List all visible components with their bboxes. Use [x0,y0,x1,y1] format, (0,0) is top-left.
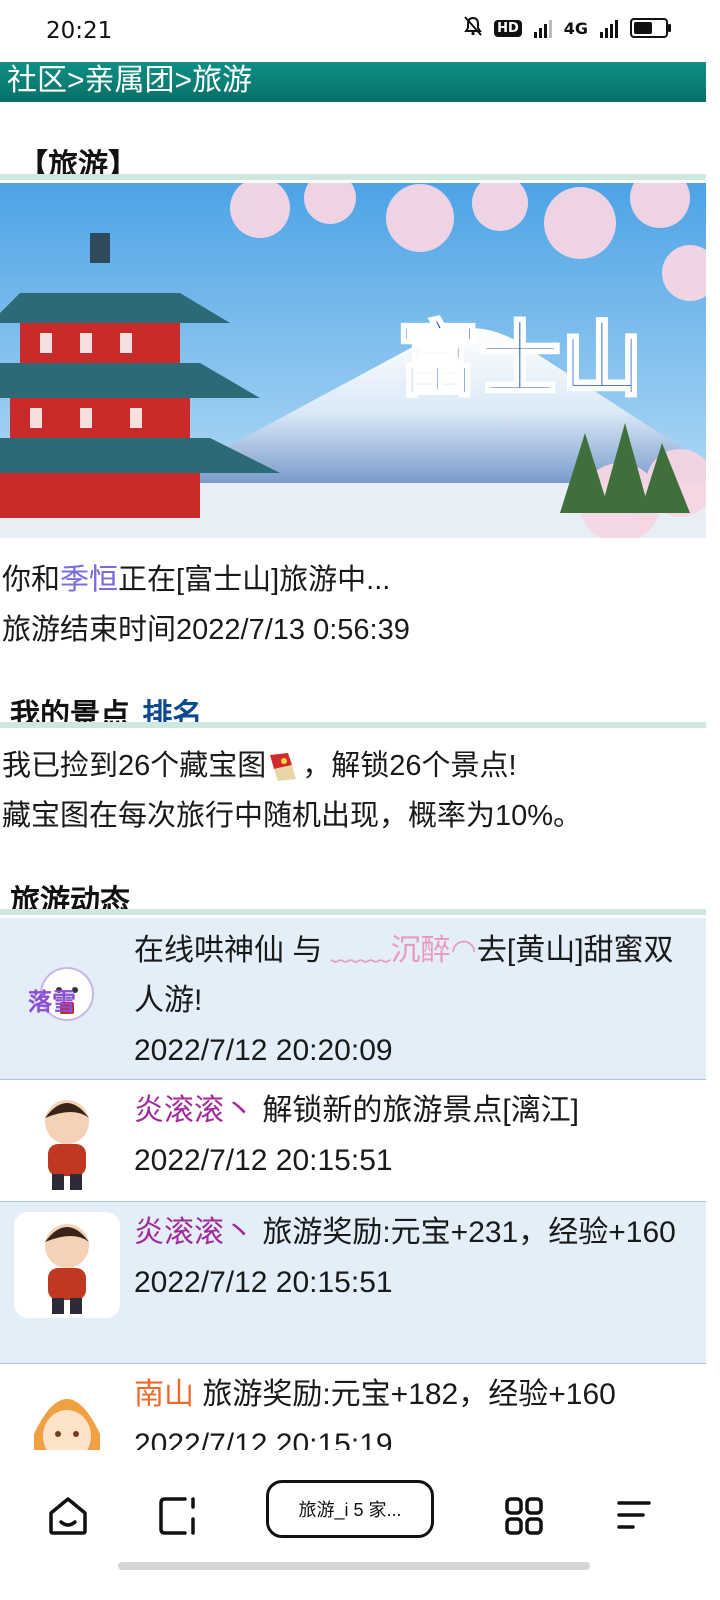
feed-item: 炎滚滚丶 解锁新的旅游景点[漓江] 2022/7/12 20:15:51 [0,1080,706,1202]
network-type-2: 4G [563,18,588,38]
feed-user-link[interactable]: 炎滚滚丶 [134,1216,254,1249]
breadcrumb-relatives[interactable]: 亲属团 [85,64,175,97]
user-avatar[interactable] [14,1088,120,1194]
home-indicator[interactable] [118,1562,590,1570]
travel-status-line: 你和季恒正在[富士山]旅游中... [2,564,391,596]
feed-item: 南山 旅游奖励:元宝+182，经验+160 2022/7/12 20:15:19 [0,1364,706,1450]
edit-button[interactable] [148,1486,208,1546]
hd-icon: HD [494,19,522,37]
feed-user-link[interactable]: ﹏﹏沉醉◠ [331,934,477,967]
travel-feed-list: 落雪 在线哄神仙 与 ﹏﹏沉醉◠去[黄山]甜蜜双人游! 2022/7/12 20… [0,918,706,1450]
mute-bell-icon [464,16,482,40]
section-divider [0,174,706,180]
current-tab-button[interactable]: 旅游_i 5 家... [266,1480,434,1538]
user-avatar[interactable] [14,1374,120,1450]
feed-text: 炎滚滚丶 旅游奖励:元宝+231，经验+160 2022/7/12 20:15:… [134,1216,676,1299]
feed-user-link[interactable]: 在线哄神仙 [134,934,284,967]
feed-time: 2022/7/12 20:15:19 [134,1428,393,1450]
treasure-map-icon [266,751,302,783]
treasure-map-probability: 藏宝图在每次旅行中随机出现，概率为10%。 [2,800,583,832]
breadcrumb-community[interactable]: 社区 [7,64,67,97]
signal-icon-1 [533,18,552,38]
breadcrumb-sep: > [67,64,85,97]
status-icons: HD 4G [464,16,671,40]
feed-text: 在线哄神仙 与 ﹏﹏沉醉◠去[黄山]甜蜜双人游! 2022/7/12 20:20… [134,934,674,1067]
feed-time: 2022/7/12 20:20:09 [134,1034,393,1067]
svg-text:落雪: 落雪 [28,988,76,1016]
treasure-map-line: 我已捡到26个藏宝图 ，解锁26个景点! [2,750,517,783]
status-bar: 20:21 HD 4G [0,0,720,62]
banner-title-text: 富士山 [397,312,643,408]
section-divider [0,909,706,915]
travel-end-time: 旅游结束时间2022/7/13 0:56:39 [2,614,410,646]
edit-page-icon [159,1497,195,1535]
breadcrumb-travel: 旅游 [192,64,253,97]
feed-time: 2022/7/12 20:15:51 [134,1266,393,1299]
browser-bottom-bar: 旅游_i 5 家... [0,1450,720,1600]
home-icon [49,1497,87,1535]
partner-name-link[interactable]: 季恒 [60,564,118,596]
signal-icon-2 [600,18,618,38]
feed-time: 2022/7/12 20:15:51 [134,1144,393,1177]
home-button[interactable] [38,1486,98,1546]
user-avatar[interactable]: 落雪 [14,942,120,1048]
feed-text: 炎滚滚丶 解锁新的旅游景点[漓江] 2022/7/12 20:15:51 [134,1094,580,1177]
breadcrumb-sep: > [174,64,193,97]
grid-icon [505,1497,543,1535]
feed-text: 南山 旅游奖励:元宝+182，经验+160 2022/7/12 20:15:19 [134,1370,696,1450]
section-divider [0,722,706,728]
menu-icon [617,1501,651,1529]
status-time: 20:21 [46,18,113,44]
feed-item: 炎滚滚丶 旅游奖励:元宝+231，经验+160 2022/7/12 20:15:… [0,1202,706,1364]
destination-banner-image: 富士山 [0,183,706,538]
feed-user-link[interactable]: 南山 [134,1378,194,1411]
feed-user-link[interactable]: 炎滚滚丶 [134,1094,254,1127]
menu-button[interactable] [604,1486,664,1546]
feed-item: 落雪 在线哄神仙 与 ﹏﹏沉醉◠去[黄山]甜蜜双人游! 2022/7/12 20… [0,918,706,1080]
battery-icon [630,18,671,38]
apps-button[interactable] [494,1486,554,1546]
user-avatar[interactable] [14,1212,120,1318]
breadcrumb: 社区>亲属团>旅游 [0,62,706,102]
